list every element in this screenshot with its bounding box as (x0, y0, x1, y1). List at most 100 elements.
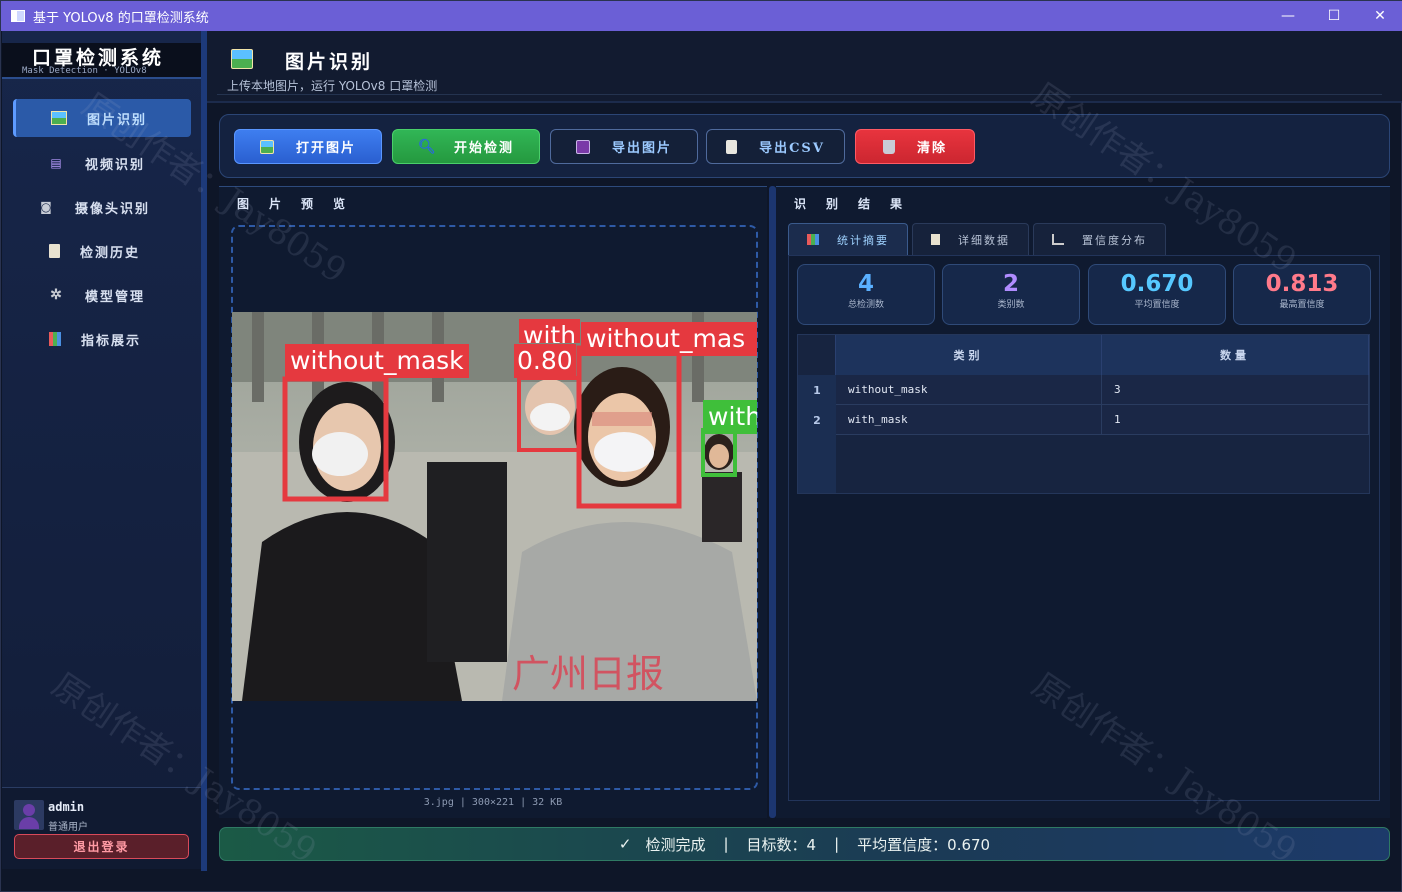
chart-icon (49, 332, 61, 346)
status-separator: | (723, 835, 729, 853)
clear-label: 清除 (916, 141, 947, 156)
image-icon (259, 139, 274, 154)
sidebar-item-history[interactable]: 检测历史 (13, 232, 191, 270)
minimize-icon[interactable]: — (1265, 1, 1311, 31)
stat-card-max-conf: 0.813 最高置信度 (1233, 264, 1371, 325)
sidebar-item-label: 视频识别 (85, 157, 146, 173)
search-icon: 🔍︎ (417, 138, 438, 155)
export-csv-button[interactable]: 导出CSV (706, 129, 845, 164)
sidebar-item-label: 模型管理 (85, 289, 146, 305)
status-separator: | (834, 835, 840, 853)
chart-icon (807, 234, 819, 245)
avatar (14, 800, 44, 830)
row-header-empty (798, 435, 836, 493)
title-bar: 基于 YOLOv8 的口罩检测系统 — ☐ ✕ (1, 1, 1402, 31)
line-chart-icon (1052, 234, 1064, 245)
stat-card-classes: 2 类别数 (942, 264, 1080, 325)
sidebar-item-label: 图片识别 (87, 112, 148, 128)
app-icon (11, 10, 25, 22)
detection-label-with: with (519, 319, 581, 343)
export-csv-label: 导出CSV (759, 141, 825, 156)
film-icon: ▤ (50, 156, 64, 170)
stat-value: 0.813 (1265, 271, 1339, 297)
open-image-button[interactable]: 打开图片 (234, 129, 382, 164)
tab-details[interactable]: 详细数据 (912, 223, 1029, 255)
tab-confidence[interactable]: 置信度分布 (1033, 223, 1166, 255)
gear-icon: ✲ (50, 287, 64, 303)
table-header-class[interactable]: 类别 (836, 335, 1102, 375)
stat-value: 0.670 (1120, 271, 1194, 297)
logout-button[interactable]: 退出登录 (14, 834, 189, 859)
close-icon[interactable]: ✕ (1357, 1, 1402, 31)
stat-label: 平均置信度 (1134, 300, 1180, 310)
open-image-label: 打开图片 (295, 141, 356, 156)
results-title: 识别结果 (794, 197, 923, 211)
stat-value: 2 (1002, 271, 1019, 297)
document-icon (931, 234, 940, 245)
sidebar-item-image[interactable]: 图片识别 (13, 99, 191, 137)
image-icon (51, 111, 67, 125)
status-done: 检测完成 (645, 835, 706, 854)
image-icon (231, 49, 253, 69)
stat-label: 最高置信度 (1279, 300, 1325, 310)
user-role: 普通用户 (48, 822, 88, 833)
stat-card-total: 4 总检测数 (797, 264, 935, 325)
user-panel: admin 普通用户 退出登录 (2, 787, 201, 869)
table-corner (798, 335, 836, 375)
sidebar-item-label: 检测历史 (80, 245, 141, 261)
table-cell-count[interactable]: 3 (1102, 375, 1369, 405)
stat-card-avg-conf: 0.670 平均置信度 (1088, 264, 1226, 325)
tab-summary[interactable]: 统计摘要 (788, 223, 908, 255)
status-bar: ✓ 检测完成 | 目标数：4 | 平均置信度：0.670 (219, 827, 1390, 861)
tab-label: 详细数据 (958, 233, 1010, 247)
detection-label-with-mask: with (703, 400, 757, 434)
stat-label: 类别数 (997, 300, 1025, 310)
tab-label: 统计摘要 (837, 233, 889, 247)
preview-title: 图片预览 (237, 197, 366, 211)
sidebar-item-label: 摄像头识别 (75, 201, 151, 217)
page-subtitle: 上传本地图片，运行 YOLOv8 口罩检测 (227, 79, 438, 93)
save-icon (575, 139, 590, 154)
toolbar: 打开图片 🔍︎ 开始检测 导出图片 导出CSV 清除 (219, 114, 1390, 178)
status-confidence: 平均置信度：0.670 (857, 835, 991, 854)
export-image-label: 导出图片 (611, 141, 672, 156)
check-icon: ✓ (618, 835, 632, 853)
sidebar-divider[interactable] (201, 31, 207, 871)
maximize-icon[interactable]: ☐ (1311, 1, 1357, 31)
sidebar-item-camera[interactable]: ◙ 摄像头识别 (13, 188, 191, 226)
table-cell-count[interactable]: 1 (1102, 405, 1369, 435)
history-icon (49, 244, 60, 258)
row-number: 1 (798, 375, 836, 405)
results-table: 类别 数量 1 without_mask 3 2 with_mask 1 (797, 334, 1370, 494)
sidebar-item-video[interactable]: ▤ 视频识别 (13, 144, 191, 182)
table-header-count[interactable]: 数量 (1102, 335, 1369, 375)
sidebar-item-models[interactable]: ✲ 模型管理 (13, 276, 191, 314)
newspaper-watermark: 广州日报 (512, 652, 664, 696)
detection-label-without-mask: without_mask (285, 344, 469, 378)
status-targets: 目标数：4 (746, 835, 817, 854)
clear-button[interactable]: 清除 (855, 129, 975, 164)
brand-subtitle: Mask Detection · YOLOv8 (22, 66, 147, 76)
file-info: 3.jpg | 300×221 | 32 KB (423, 797, 563, 808)
tab-label: 置信度分布 (1082, 233, 1147, 247)
app-window: 基于 YOLOv8 的口罩检测系统 — ☐ ✕ 口罩检测系统 Mask Dete… (0, 0, 1402, 892)
export-image-button[interactable]: 导出图片 (550, 129, 698, 164)
sidebar-item-metrics[interactable]: 指标展示 (13, 320, 191, 358)
user-name: admin (48, 800, 85, 814)
detection-confidence-label: 0.80 (514, 344, 576, 378)
stat-label: 总检测数 (847, 300, 884, 310)
detection-label-without-mask-2: without_mas (581, 322, 757, 356)
panel-splitter[interactable] (769, 186, 776, 818)
document-icon (726, 139, 738, 154)
page-title: 图片识别 (285, 51, 374, 73)
window-title: 基于 YOLOv8 的口罩检测系统 (33, 10, 209, 26)
brand-logo: 口罩检测系统 Mask Detection · YOLOv8 (2, 43, 201, 79)
trash-icon (882, 139, 895, 154)
camera-icon: ◙ (40, 200, 54, 214)
start-detect-button[interactable]: 🔍︎ 开始检测 (392, 129, 540, 164)
start-detect-label: 开始检测 (453, 141, 514, 156)
table-cell-class[interactable]: without_mask (836, 375, 1102, 405)
results-tabs: 统计摘要 详细数据 置信度分布 (788, 223, 1170, 255)
table-cell-class[interactable]: with_mask (836, 405, 1102, 435)
page-header: 图片识别 上传本地图片，运行 YOLOv8 口罩检测 (207, 31, 1402, 103)
